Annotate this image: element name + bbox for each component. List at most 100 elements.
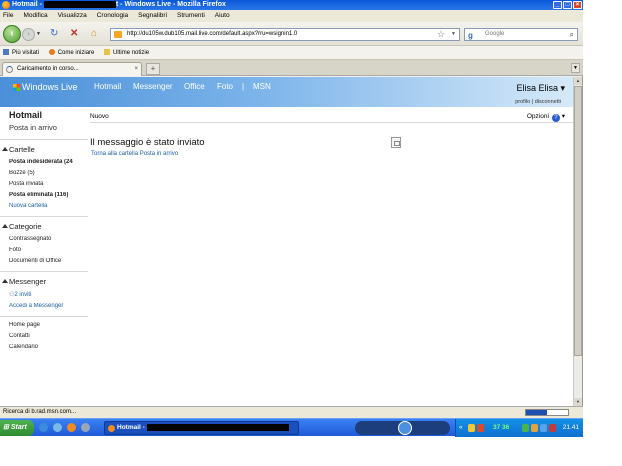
messenger-group-title[interactable]: Messenger — [2, 277, 89, 286]
nav-msn[interactable]: MSN — [253, 82, 271, 91]
sidebar-item-deleted[interactable]: Posta eliminata (116) — [9, 192, 89, 198]
bookmark-icon — [3, 49, 9, 56]
window-controls: _ □ × — [553, 1, 582, 9]
sidebar-item-calendar[interactable]: Calendario — [9, 344, 89, 350]
back-to-inbox-link[interactable]: Torna alla cartella Posta in arrivo — [91, 151, 178, 157]
nav-foto[interactable]: Foto — [217, 82, 233, 91]
firefox-quicklaunch-icon[interactable] — [67, 423, 76, 432]
bookmark-getting-started[interactable]: Come iniziare — [48, 46, 94, 60]
clock: 21.41 — [562, 424, 579, 431]
screen: Hotmail - t - Windows Live - Mozilla Fir… — [0, 0, 622, 466]
title-suffix: t - Windows Live - Mozilla Firefox — [115, 1, 226, 8]
tray-expand-icon[interactable]: « — [459, 419, 463, 437]
divider — [0, 316, 88, 317]
new-message-button[interactable]: Nuovo — [90, 113, 109, 120]
site-favicon — [114, 31, 122, 38]
tab-loading[interactable]: Caricamento in corso... × — [2, 62, 142, 76]
search-placeholder: Google — [485, 31, 505, 37]
taskbar-firefox-window[interactable]: Hotmail - — [104, 421, 299, 435]
play-icon[interactable] — [398, 421, 412, 435]
list-tabs-icon[interactable]: ▼ — [571, 63, 580, 73]
menu-file[interactable]: File — [3, 12, 13, 19]
profile-link[interactable]: profilo — [515, 99, 530, 105]
menu-aiuto[interactable]: Aiuto — [215, 12, 230, 19]
nav-hotmail[interactable]: Hotmail — [94, 82, 121, 91]
categories-group-title[interactable]: Categorie — [2, 222, 89, 231]
tray-app-icon[interactable] — [540, 424, 547, 432]
tray-app-icon[interactable] — [477, 424, 484, 432]
user-name-menu[interactable]: Elisa Elisa ▾ — [516, 83, 565, 94]
invites-link[interactable]: ⚇2 inviti — [9, 291, 89, 298]
user-links: profilo | disconnetti — [515, 99, 561, 105]
reload-icon[interactable]: ↻ — [50, 28, 58, 40]
scroll-up-icon[interactable]: ▲ — [574, 77, 582, 85]
media-quicklaunch-icon[interactable] — [81, 423, 90, 432]
back-arrow-icon[interactable]: ‹ — [3, 25, 21, 43]
print-icon[interactable] — [391, 137, 401, 148]
sidebar-item-inbox[interactable]: Posta in arrivo — [9, 123, 89, 132]
minimize-button[interactable]: _ — [553, 1, 562, 9]
scroll-down-icon[interactable]: ▼ — [574, 398, 582, 406]
menu-strumenti[interactable]: Strumenti — [177, 12, 205, 19]
tray-network-icon[interactable] — [522, 424, 529, 432]
help-icon[interactable]: ? — [551, 114, 560, 122]
menu-modifica[interactable]: Modifica — [23, 12, 47, 19]
scroll-thumb[interactable] — [574, 86, 582, 356]
windows-live-logo[interactable]: Windows Live — [13, 82, 78, 92]
sidebar-item-junk[interactable]: Posta indesiderata (24 — [9, 159, 89, 165]
progress-fill — [526, 410, 547, 415]
sidebar-item-home[interactable]: Home page — [9, 322, 89, 328]
bookmark-most-visited[interactable]: Più visitati — [3, 46, 39, 60]
firefox-icon — [108, 425, 115, 432]
nav-messenger[interactable]: Messenger — [133, 82, 173, 91]
start-button[interactable]: ⊞ Start — [0, 420, 34, 436]
folders-group-title[interactable]: Cartelle — [2, 145, 89, 154]
messenger-login-link[interactable]: Accedi a Messenger — [9, 303, 89, 309]
close-tab-icon[interactable]: × — [134, 63, 138, 76]
menu-bar: File Modifica Visualizza Cronologia Segn… — [0, 10, 583, 22]
options-menu[interactable]: Opzioni? ▾ — [527, 110, 565, 123]
sidebar-heading[interactable]: Hotmail — [9, 110, 89, 120]
sidebar-item-contacts[interactable]: Contatti — [9, 333, 89, 339]
sidebar-item-drafts[interactable]: Bozze (5) — [9, 170, 89, 176]
url-bar[interactable]: http://du105w.dub105.mail.live.com/defau… — [110, 28, 460, 41]
sidebar-item-photos[interactable]: Foto — [9, 247, 89, 253]
bookmark-latest-news[interactable]: Ultime notizie — [104, 46, 149, 60]
tray-app-icon[interactable] — [468, 424, 475, 432]
media-player-controls[interactable] — [355, 421, 450, 435]
tab-strip: Caricamento in corso... × + ▼ — [0, 60, 583, 76]
firefox-window: Hotmail - t - Windows Live - Mozilla Fir… — [0, 0, 583, 418]
rss-folder-icon — [104, 49, 111, 56]
new-tab-button[interactable]: + — [146, 63, 160, 75]
page-title: Il messaggio è stato inviato — [90, 137, 205, 148]
windows-flag-icon — [13, 84, 20, 91]
search-box[interactable]: g Google ⌕ — [464, 28, 578, 41]
maximize-button[interactable]: □ — [563, 1, 572, 9]
tray-volume-icon[interactable] — [531, 424, 538, 432]
home-icon[interactable]: ⌂ — [91, 28, 97, 40]
menu-cronologia[interactable]: Cronologia — [97, 12, 128, 19]
nav-office[interactable]: Office — [184, 82, 205, 91]
stop-icon[interactable]: ✕ — [70, 28, 78, 40]
close-button[interactable]: × — [573, 1, 582, 9]
sidebar-item-office-docs[interactable]: Documenti di Office — [9, 258, 89, 264]
menu-segnalibri[interactable]: Segnalibri — [138, 12, 167, 19]
firefox-icon — [48, 49, 55, 56]
google-icon: g — [468, 31, 473, 40]
history-dropdown-icon[interactable]: ▼ — [36, 31, 41, 37]
tray-security-icon[interactable] — [549, 424, 556, 432]
bookmark-star-icon[interactable]: ☆ — [437, 29, 445, 40]
status-text: Ricerca di b.rad.msn.com... — [3, 409, 77, 415]
sidebar-item-sent[interactable]: Posta inviata — [9, 181, 89, 187]
ie-icon[interactable] — [39, 423, 48, 432]
search-icon[interactable]: ⌕ — [570, 29, 574, 40]
desktop-icon[interactable] — [53, 423, 62, 432]
url-dropdown-icon[interactable]: ▼ — [451, 29, 456, 40]
page-content: Windows Live Hotmail Messenger Office Fo… — [0, 77, 573, 406]
forward-arrow-icon[interactable]: › — [22, 28, 35, 41]
vertical-scrollbar[interactable]: ▲ ▼ — [573, 77, 582, 406]
sidebar-item-flagged[interactable]: Contrassegnato — [9, 236, 89, 242]
new-folder-link[interactable]: Nuova cartella — [9, 203, 89, 209]
menu-visualizza[interactable]: Visualizza — [58, 12, 87, 19]
logout-link[interactable]: disconnetti — [535, 99, 561, 105]
